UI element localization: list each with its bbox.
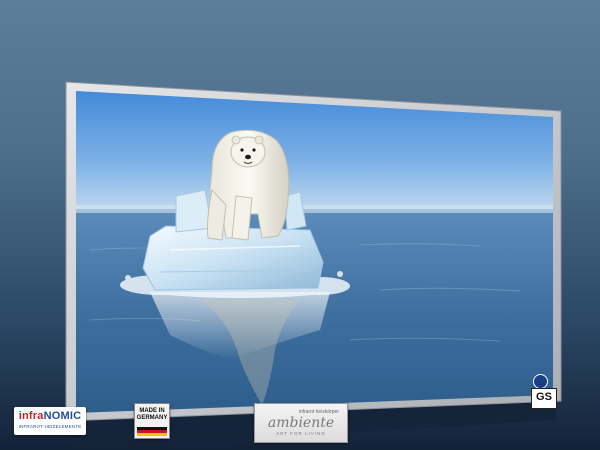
tuv-seal-icon	[533, 374, 548, 389]
gs-certification-mark: GS	[529, 374, 557, 409]
ambiente-tagline: ART FOR LIVING	[276, 431, 326, 436]
infranomic-tagline: INFRAROT HEIZELEMENTE	[18, 424, 82, 429]
polar-bear	[207, 129, 290, 241]
germany-line: GERMANY	[136, 415, 168, 421]
infranomic-wordmark-infra: infra	[18, 410, 44, 422]
gs-label: GS	[536, 391, 552, 403]
made-in-germany-badge: MADE IN GERMANY	[134, 403, 170, 439]
sky	[76, 91, 553, 215]
gs-box: GS	[531, 388, 557, 409]
infranomic-wordmark: infraNOMIC	[14, 410, 86, 422]
product-scene	[65, 81, 562, 450]
made-in-line: MADE IN	[139, 408, 165, 414]
panel-picture	[76, 91, 553, 413]
infranomic-wordmark-nomic: NOMIC	[43, 410, 82, 422]
germany-flag-icon	[137, 427, 167, 436]
ambiente-logo: infrarot heizkörper ambiente ART FOR LIV…	[254, 403, 348, 443]
infranomic-logo: infraNOMIC INFRAROT HEIZELEMENTE	[14, 407, 86, 435]
ambiente-wordmark: ambiente	[267, 415, 335, 431]
made-in-germany-text: MADE IN GERMANY	[135, 408, 169, 422]
